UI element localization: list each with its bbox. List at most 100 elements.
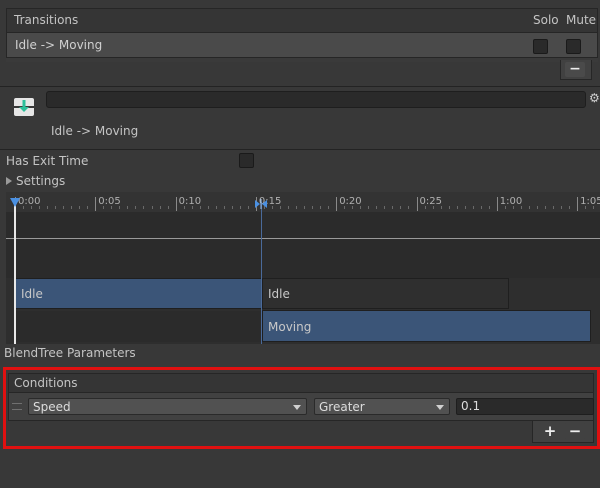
ruler-minor-tick [464,206,466,209]
ruler-minor-tick [312,206,314,209]
ruler-minor-tick [569,206,571,209]
ruler-minor-tick [151,206,153,209]
ruler-minor-tick [215,206,217,209]
conditions-highlight-frame [3,367,600,449]
timeline-ruler: 0:00 0:05 0:10 0:15 0:20 0:25 1:00 1:05 [0,192,600,214]
ruler-minor-tick [352,206,354,209]
destination-clip-label: Moving [268,320,312,334]
ruler-minor-tick [561,206,563,209]
ruler-minor-tick [127,206,129,209]
ruler-minor-tick [31,206,33,209]
ruler-minor-tick [87,206,89,209]
ruler-minor-tick [159,206,161,209]
has-exit-time-checkbox[interactable] [239,153,254,168]
playhead-handle[interactable] [10,198,20,207]
ruler-minor-tick [472,206,474,209]
transitions-header: Transitions [14,13,79,27]
transitions-panel: Transitions Solo Mute Idle -> Moving − [0,0,600,86]
ruler-minor-tick [520,206,522,209]
ruler-minor-tick [512,206,514,209]
ruler-minor-tick [79,206,81,209]
remove-transition-button[interactable]: − [565,62,585,77]
ruler-minor-tick [119,206,121,209]
source-clip-top-label: Idle [21,287,43,301]
ruler-minor-tick [456,206,458,209]
ruler-minor-tick [143,206,145,209]
ruler-minor-tick [376,206,378,209]
ruler-minor-tick [296,206,298,209]
transition-icon [13,96,35,118]
ruler-minor-tick [167,206,169,209]
ruler-minor-tick [271,206,273,209]
gear-icon[interactable]: ⚙ [589,91,600,105]
ruler-minor-tick [103,206,105,209]
ruler-major-tick [416,197,418,211]
playhead-line [14,202,16,344]
ruler-minor-tick [504,206,506,209]
source-clip-top[interactable]: Idle [15,278,262,309]
ruler-minor-tick [488,206,490,209]
ruler-minor-tick [432,206,434,209]
transition-end-line [261,202,262,344]
ruler-minor-tick [71,206,73,209]
ruler-minor-tick [288,206,290,209]
ruler-minor-tick [368,206,370,209]
ruler-minor-tick [536,206,538,209]
ruler-time-label: 0:05 [98,196,121,207]
ruler-minor-tick [47,206,49,209]
ruler-minor-tick [344,206,346,209]
ruler-minor-tick [183,206,185,209]
ruler-minor-tick [392,206,394,209]
source-clip-bottom-label: Idle [268,287,290,301]
ruler-minor-tick [239,206,241,209]
ruler-time-label: 0:25 [419,196,442,207]
ruler-minor-tick [360,206,362,209]
ruler-minor-tick [304,206,306,209]
ruler-time-label: 1:00 [499,196,523,207]
transition-name-field[interactable] [46,91,586,108]
destination-clip[interactable]: Moving [262,310,591,342]
transition-marker-icon[interactable] [254,198,268,209]
ruler-major-tick [336,197,338,211]
ruler-minor-tick [279,206,281,209]
transition-list-item[interactable]: Idle -> Moving [6,32,598,58]
ruler-major-tick [95,197,97,211]
ruler-minor-tick [328,206,330,209]
ruler-minor-tick [111,206,113,209]
ruler-minor-tick [528,206,530,209]
ruler-minor-tick [207,206,209,209]
ruler-minor-tick [231,206,233,209]
ruler-minor-tick [424,206,426,209]
transition-title: Idle -> Moving [51,124,139,138]
ruler-minor-tick [23,206,25,209]
ruler-minor-tick [39,206,41,209]
ruler-minor-tick [199,206,201,209]
ruler-minor-tick [191,206,193,209]
ruler-major-tick [175,197,177,211]
solo-checkbox[interactable] [533,39,548,54]
has-exit-time-label: Has Exit Time [6,154,89,168]
settings-foldout-icon[interactable] [6,177,12,185]
ruler-minor-tick [63,206,65,209]
ruler-minor-tick [247,206,249,209]
ruler-minor-tick [480,206,482,209]
ruler-minor-tick [400,206,402,209]
ruler-time-label: 1:05 [580,196,600,207]
source-clip-bottom[interactable]: Idle [262,278,509,309]
ruler-minor-tick [223,206,225,209]
ruler-minor-tick [440,206,442,209]
ruler-minor-tick [320,206,322,209]
ruler-minor-tick [553,206,554,209]
ruler-minor-tick [408,206,410,209]
settings-foldout-label[interactable]: Settings [16,174,65,188]
ruler-time-label: 0:20 [339,196,362,207]
mute-checkbox[interactable] [566,39,581,54]
ruler-time-label: 0:00 [18,196,41,207]
ruler-minor-tick [55,206,57,209]
mute-column-label: Mute [566,13,597,27]
transition-item-label: Idle -> Moving [15,38,103,52]
blendtree-parameters-label: BlendTree Parameters [4,346,136,360]
ruler-minor-tick [384,206,386,209]
ruler-minor-tick [585,206,587,209]
ruler-major-tick [496,197,498,211]
